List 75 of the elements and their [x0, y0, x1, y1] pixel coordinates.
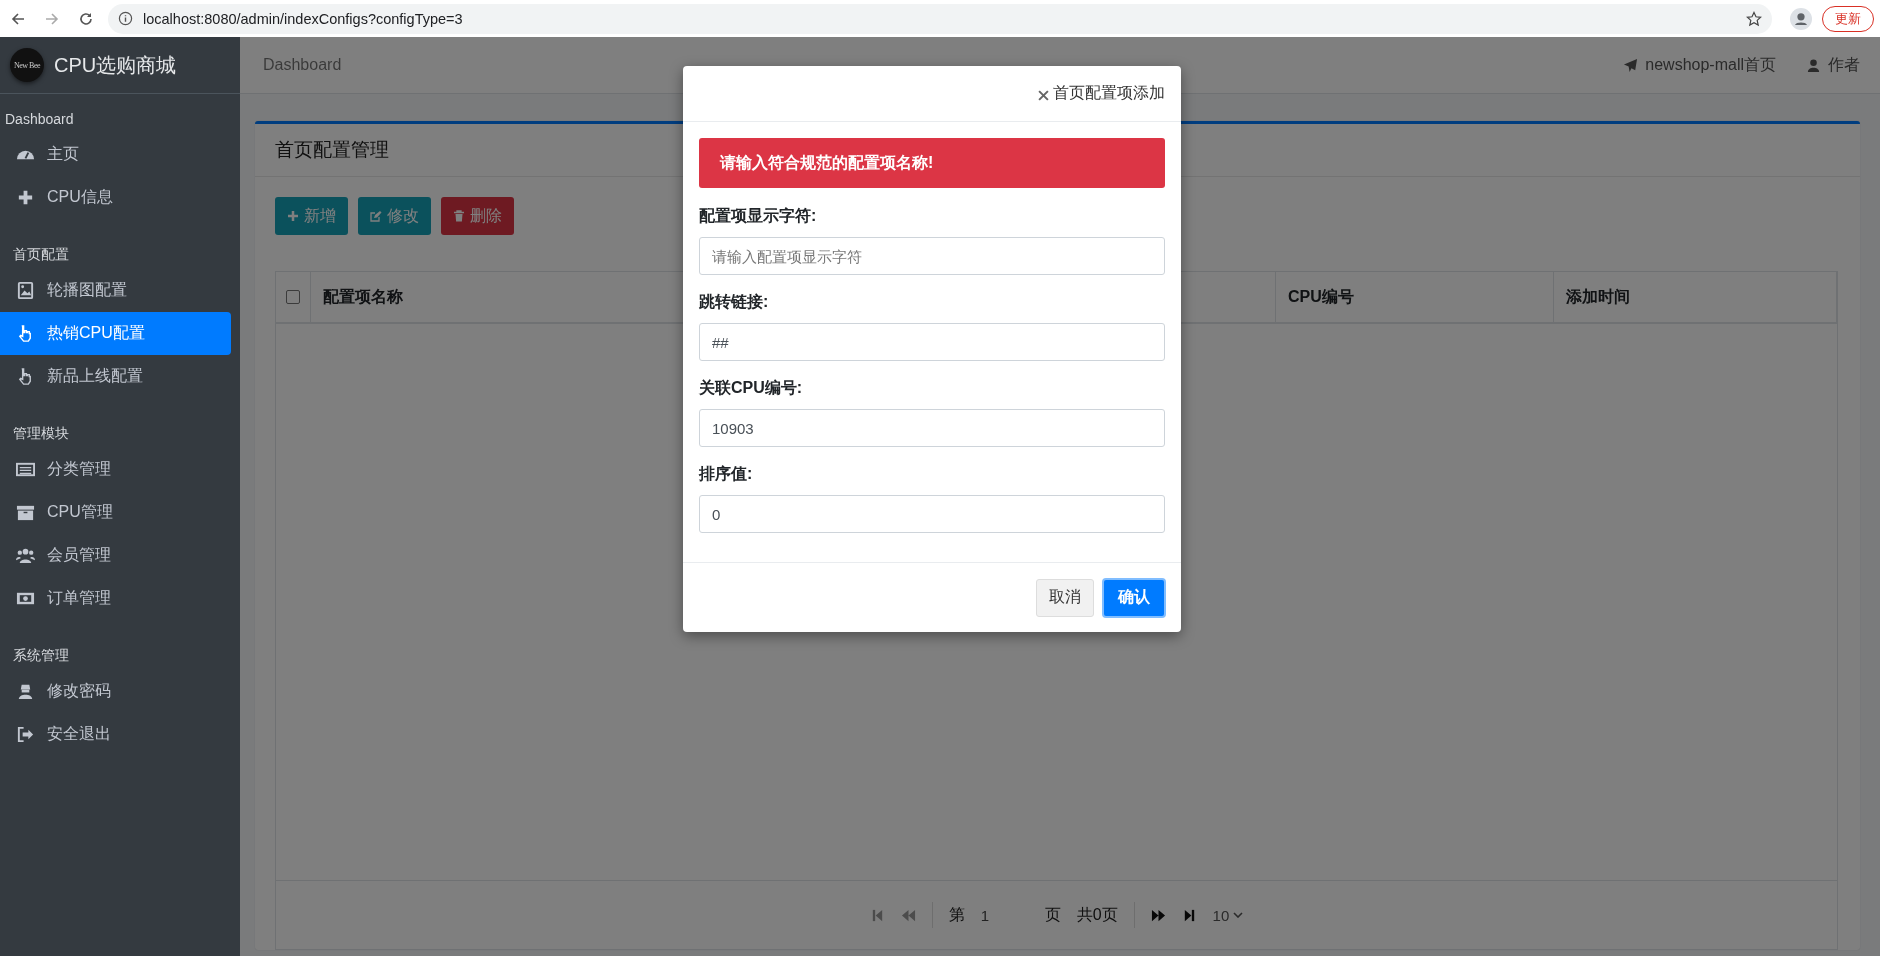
users-icon	[16, 546, 35, 565]
item-label: 分类管理	[47, 459, 111, 479]
logo: New Bee	[10, 48, 44, 82]
column-header: 添加时间	[1566, 286, 1630, 307]
select-all-checkbox[interactable]	[286, 290, 300, 304]
field-label: 排序值:	[699, 464, 754, 484]
sidebar-item[interactable]: 新品上线配置	[0, 355, 231, 398]
input-field[interactable]: 请输入配置项显示字符	[699, 237, 1165, 275]
page-label: 第	[948, 904, 965, 925]
spy-icon	[16, 682, 35, 701]
chevron-down-icon	[1233, 912, 1244, 918]
item-label: CPU管理	[47, 502, 113, 522]
item-label: 轮播图配置	[47, 280, 127, 300]
trash-icon	[453, 210, 465, 222]
plus-icon	[287, 210, 299, 222]
page-total: 共0页	[1076, 904, 1118, 925]
item-label: CPU信息	[47, 187, 113, 207]
item-label: 修改密码	[47, 681, 111, 701]
info-icon	[118, 11, 133, 26]
input-field[interactable]: 0	[699, 495, 1165, 533]
image-icon	[16, 281, 35, 300]
input-field[interactable]: ##	[699, 323, 1165, 361]
item-label: 热销CPU配置	[47, 323, 145, 343]
sidebar-item[interactable]: 订单管理	[0, 577, 231, 620]
field-label: 关联CPU编号:	[699, 378, 804, 398]
page-number-field[interactable]: 1	[980, 906, 1029, 924]
item-label: 安全退出	[47, 724, 111, 744]
section-heading: 管理模块	[12, 424, 70, 443]
profile-icon[interactable]	[1790, 7, 1812, 30]
modal-title: 首页配置项添加	[1053, 83, 1165, 103]
star-icon[interactable]	[1746, 10, 1762, 27]
sidebar-item[interactable]: CPU管理	[0, 491, 231, 534]
plus-icon	[16, 188, 35, 207]
cancel-button[interactable]: 取消	[1036, 578, 1094, 617]
sidebar-item[interactable]: 轮播图配置	[0, 269, 231, 312]
item-label: 订单管理	[47, 588, 111, 608]
archive-icon	[16, 503, 35, 522]
update-button[interactable]: 更新	[1822, 5, 1874, 32]
section-heading: 系统管理	[12, 646, 70, 665]
paper-plane-icon	[1623, 57, 1639, 73]
page-label: 页	[1044, 904, 1061, 925]
reload-icon[interactable]	[78, 10, 94, 27]
column-header: 配置项名称	[323, 286, 403, 307]
sidebar-item[interactable]: CPU信息	[0, 176, 231, 219]
close-icon[interactable]	[1038, 89, 1049, 101]
error-alert: 请输入符合规范的配置项名称!	[699, 138, 1165, 188]
section-heading: Dashboard	[4, 110, 75, 129]
input-field[interactable]: 10903	[699, 409, 1165, 447]
field-label: 配置项显示字符:	[699, 206, 818, 226]
column-header: CPU编号	[1288, 286, 1354, 307]
item-label: 主页	[47, 144, 79, 164]
list-icon	[16, 460, 35, 479]
item-label: 新品上线配置	[47, 366, 143, 386]
sidebar-item[interactable]: 主页	[0, 133, 231, 176]
section-heading: 首页配置	[12, 245, 70, 264]
item-label: 会员管理	[47, 545, 111, 565]
sign-out-icon	[16, 725, 35, 744]
field-label: 跳转链接:	[699, 292, 770, 312]
confirm-button[interactable]: 确认	[1102, 577, 1166, 618]
back-icon[interactable]	[10, 10, 26, 27]
nav-link[interactable]: newshop-mall首页	[1623, 54, 1776, 76]
url-text: localhost:8080/admin/indexConfigs?configType=3	[143, 10, 464, 27]
page-size-select[interactable]: 10	[1212, 906, 1244, 924]
next-page-icon[interactable]	[1150, 907, 1166, 923]
sidebar-item[interactable]: 热销CPU配置	[0, 312, 231, 355]
nav-link[interactable]: 作者	[1806, 54, 1860, 76]
sidebar-item[interactable]: 修改密码	[0, 670, 231, 713]
sidebar-item[interactable]: 会员管理	[0, 534, 231, 577]
card-title: 首页配置管理	[275, 138, 389, 162]
brand-name[interactable]: CPU选购商城	[54, 51, 177, 79]
sidebar-item[interactable]: 分类管理	[0, 448, 231, 491]
user-icon	[1806, 57, 1821, 73]
address-bar[interactable]: localhost:8080/admin/indexConfigs?configType=3	[108, 3, 1772, 34]
edit-icon	[370, 210, 382, 222]
sidebar-item[interactable]: 安全退出	[0, 713, 231, 756]
